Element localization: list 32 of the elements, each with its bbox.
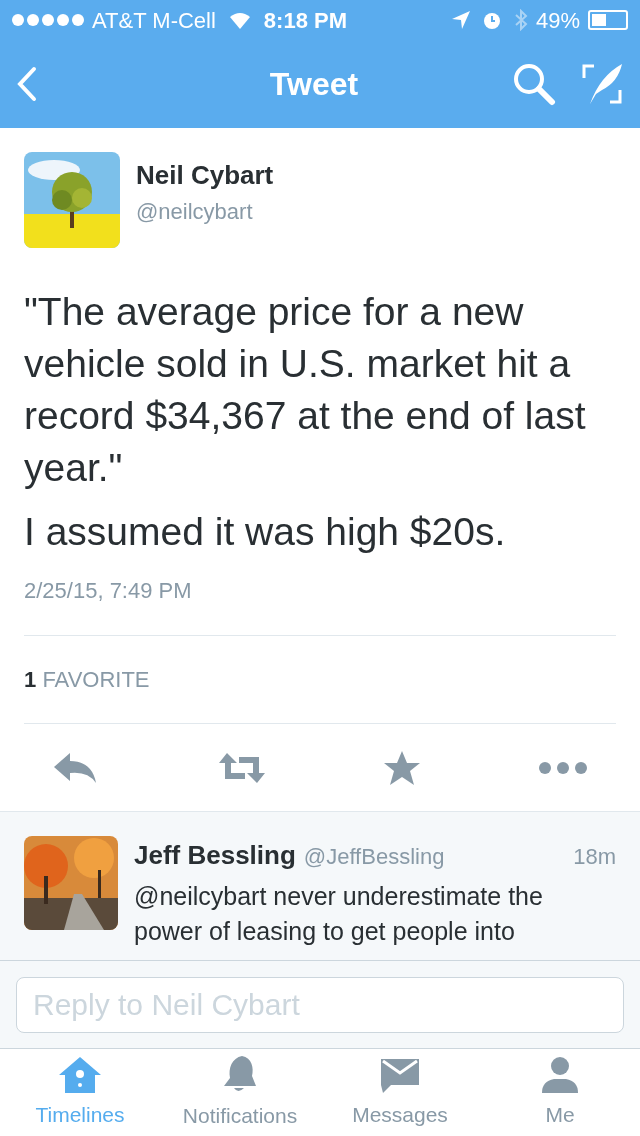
tab-bar-item[interactable]: Messages: [320, 1049, 480, 1136]
clock-time: 8:18 PM: [263, 6, 347, 35]
reply-age: 18m: [573, 843, 616, 871]
tweet-text: "The average price for a new vehicle sold in U.S. market hit a record $34,367 at the end of last year.": [24, 289, 587, 491]
battery-percentage: 49%: [535, 6, 580, 35]
tweet-text: I assumed it was high $20s.: [24, 509, 507, 555]
search-button[interactable]: [512, 62, 556, 106]
person-icon: [540, 1054, 580, 1095]
bluetooth-icon: [513, 9, 528, 31]
reply-text: @neilcybart never underestimate the power of leasing to get people into: [134, 881, 544, 947]
alarm-clock-icon: [481, 10, 502, 30]
screen-title: Tweet: [268, 65, 360, 104]
author-handle: @neilcybart: [136, 198, 254, 226]
retweet-button[interactable]: [216, 750, 267, 785]
home-icon: [57, 1054, 103, 1095]
carrier-name: AT&T M-Cell: [92, 6, 216, 35]
reply-author-name: Jeff Bessling: [134, 839, 296, 872]
more-button[interactable]: [537, 760, 588, 775]
compose-button[interactable]: [580, 62, 624, 106]
tab-bar-item[interactable]: Notifications: [160, 1049, 320, 1136]
reply-author-handle: @JeffBessling: [303, 843, 445, 871]
favorite-count[interactable]: 1 FAVORITE: [24, 663, 150, 696]
battery-icon: [588, 10, 628, 30]
location-arrow-icon: [451, 11, 470, 29]
author-name: Neil Cybart: [136, 159, 274, 192]
tab-bar-item[interactable]: Timelines: [0, 1049, 160, 1136]
tweet-timestamp: 2/25/15, 7:49 PM: [24, 577, 193, 605]
tab-bar-item[interactable]: Me: [480, 1049, 640, 1136]
back-button[interactable]: [16, 66, 38, 102]
favorite-button[interactable]: [383, 749, 422, 786]
signal-icon: [12, 14, 84, 26]
wifi-icon: [227, 11, 252, 29]
